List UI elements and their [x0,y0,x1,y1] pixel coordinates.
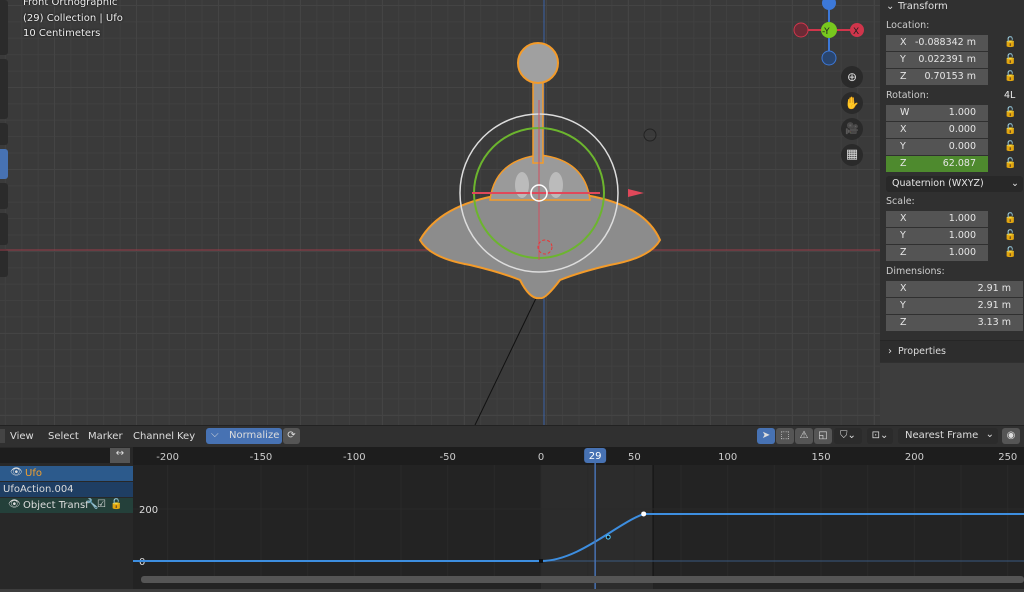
menu-marker[interactable]: Marker [88,431,123,442]
dimensions-z-field[interactable]: Z 3.13 m [886,315,1023,331]
x-tick-label: 50 [628,452,641,463]
scale-z-field[interactable]: Z 1.000 [886,245,988,261]
graph-area[interactable]: -200 -150 -100 -50 0 50 100 150 200 250 0 200 29 [120,447,1024,589]
channel-search-input[interactable] [0,448,110,463]
rotation-y-field[interactable]: Y 0.000 [886,139,988,155]
lock-icon[interactable]: 🔓 [1004,107,1016,118]
normalize-toggle[interactable]: ⌵ Normalize [206,428,282,444]
lock-icon[interactable]: 🔓 [1004,141,1016,152]
x-tick-label: -100 [343,452,366,463]
x-tick-label: 150 [812,452,831,463]
location-z-field[interactable]: Z 0.70153 m [886,69,988,85]
lock-icon[interactable]: 🔓 [1004,247,1016,258]
channel-list: ↔ 👁 Ufo UfoAction.004 👁 Object Transf 🔧 ☑ 🔓 [0,447,133,589]
x-tick-label: 0 [538,452,544,463]
zoom-icon[interactable]: ⊕ [841,66,863,88]
rotation-z-field[interactable]: Z 62.087 [886,156,988,172]
pivot-dropdown-icon[interactable]: ⊡⌄ [867,428,893,444]
refresh-normalize-icon[interactable]: ⟳ [283,428,300,444]
channel-action[interactable]: UfoAction.004 [0,482,133,497]
panel-collapse-chevron[interactable]: ⌄ [886,1,894,13]
channel-group[interactable]: 👁 Object Transf 🔧 ☑ 🔓 [0,498,133,513]
lock-icon: 🔓 [110,499,123,510]
fcurve-graph: -200 -150 -100 -50 0 50 100 150 200 250 0 200 29 [120,447,1024,589]
scale-y-field[interactable]: Y 1.000 [886,228,988,244]
sidebar-transform-panel: ⌄ Transform Location: Rotation: 4L Quate… [880,0,1024,363]
dimensions-label: Dimensions: [886,266,945,277]
keyframe-point [641,511,647,517]
x-tick-label: 100 [718,452,737,463]
x-tick-label: -200 [156,452,179,463]
hand-pan-icon[interactable]: ✋ [841,92,863,114]
menu-key[interactable]: Key [177,431,195,442]
location-x-field[interactable]: X -0.088342 m [886,35,988,51]
camera-icon[interactable]: 🎥 [841,118,863,140]
snap-mode-dropdown[interactable]: Nearest Frame ⌄ [898,428,998,444]
warning-icon[interactable]: ⚠ [795,428,813,444]
view-bounds-icon[interactable]: ◱ [814,428,832,444]
x-tick-label: 250 [998,452,1017,463]
ufo-model [418,42,662,300]
lock-icon[interactable]: 🔓 [1004,158,1016,169]
lock-icon[interactable]: 🔓 [1004,230,1016,241]
eye-icon: 👁 [10,467,23,478]
rotation-w-field[interactable]: W 1.000 [886,105,988,121]
scene-range [541,465,654,589]
select-cursor-icon[interactable]: ➤ [757,428,775,444]
rotation-lock-4l[interactable]: 4L [1004,90,1015,101]
lock-icon[interactable]: 🔓 [1004,37,1016,48]
x-tick-label: -150 [250,452,273,463]
lock-icon[interactable]: 🔓 [1004,54,1016,65]
panel-title[interactable]: Transform [898,1,948,13]
keyframe-point [539,559,543,563]
dimensions-x-field[interactable]: X 2.91 m [886,281,1023,297]
mute-checkbox[interactable]: ☑ [97,499,106,510]
dimensions-y-field[interactable]: Y 2.91 m [886,298,1023,314]
horizontal-scrollbar[interactable] [141,576,1024,583]
channel-object[interactable]: 👁 Ufo [0,466,133,481]
filter-dropdown-icon[interactable]: ⛉⌄ [834,428,862,444]
normalize-icon: ⌵ [211,429,219,440]
menu-select[interactable]: Select [48,431,79,442]
menu-view[interactable]: View [10,431,34,442]
lock-icon[interactable]: 🔓 [1004,213,1016,224]
location-label: Location: [886,20,930,31]
rotation-label: Rotation: [886,90,929,101]
lock-icon[interactable]: 🔓 [1004,124,1016,135]
x-tick-label: 200 [905,452,924,463]
properties-panel-header[interactable]: › Properties [880,340,1024,362]
rotation-mode-dropdown[interactable]: Quaternion (WXYZ) ⌄ [886,176,1023,192]
y-tick-label: 200 [139,505,158,516]
x-tick-label: -50 [439,452,455,463]
scale-x-field[interactable]: X 1.000 [886,211,988,227]
location-y-field[interactable]: Y 0.022391 m [886,52,988,68]
eye-icon: 👁 [8,499,21,510]
box-select-icon[interactable]: ⬚ [776,428,794,444]
menu-channel[interactable]: Channel [133,431,174,442]
navigation-gizmo[interactable]: X -Y [790,0,870,70]
3d-viewport[interactable]: Front Orthographic (29) Collection | Ufo… [0,0,880,425]
lock-icon[interactable]: 🔓 [1004,71,1016,82]
editor-type-icon[interactable] [0,429,5,443]
current-frame-label: 29 [589,451,602,462]
handle-point [605,534,611,540]
scene [0,0,880,425]
rotation-x-field[interactable]: X 0.000 [886,122,988,138]
svg-text:X: X [853,27,859,37]
y-tick-label: 0 [139,557,145,568]
grid-icon[interactable]: ▦ [841,144,863,166]
proportional-edit-icon[interactable]: ◉ [1002,428,1020,444]
swap-icon[interactable]: ↔ [110,448,130,463]
scale-label: Scale: [886,196,915,207]
svg-text:-Y: -Y [822,27,830,37]
